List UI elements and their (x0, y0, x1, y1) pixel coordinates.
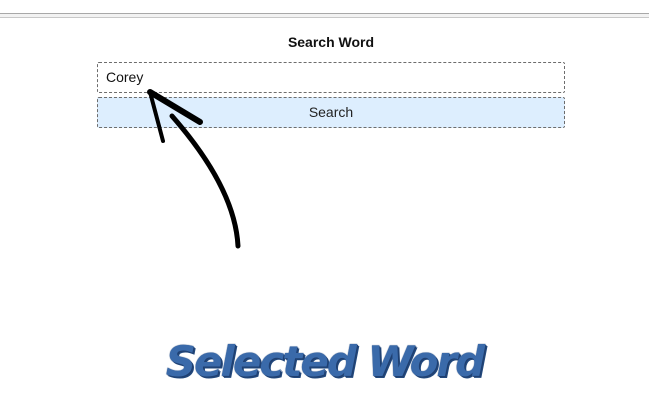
search-input[interactable]: Corey (97, 62, 565, 93)
selected-word-caption: Selected Word (165, 337, 485, 386)
top-divider (0, 13, 649, 18)
arrow-shaft (169, 113, 241, 249)
form-title: Search Word (287, 34, 375, 50)
search-button[interactable]: Search (97, 97, 565, 128)
